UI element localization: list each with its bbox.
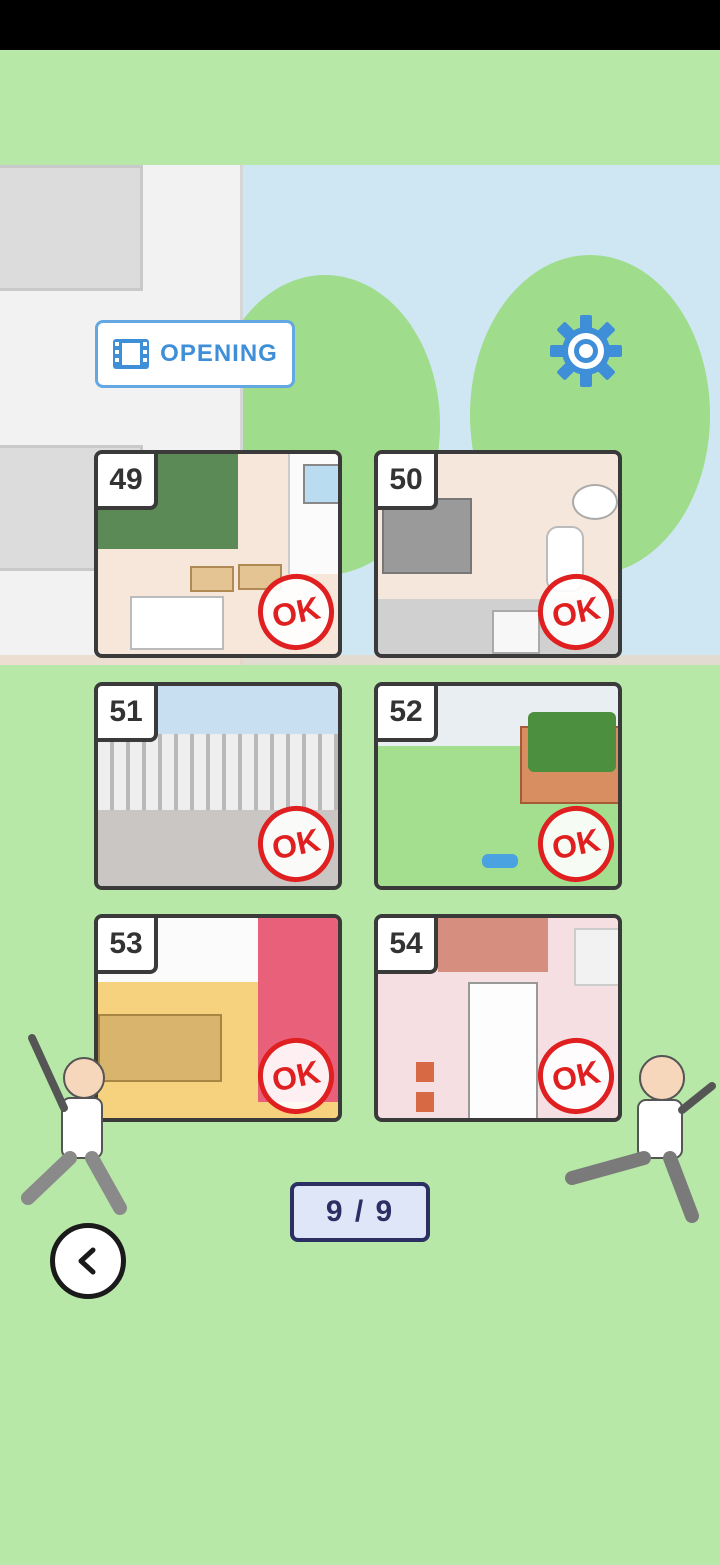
back-button[interactable] — [50, 1223, 126, 1299]
gear-icon[interactable] — [548, 313, 624, 389]
opening-button[interactable]: OPENING — [95, 320, 295, 388]
chevron-left-icon — [78, 1247, 96, 1275]
level-card-51[interactable]: 51 OK — [94, 682, 342, 890]
film-icon — [113, 339, 150, 369]
level-card-52[interactable]: 52 OK — [374, 682, 622, 890]
level-card-54[interactable]: 54 OK — [374, 914, 622, 1122]
status-bar — [0, 0, 720, 50]
opening-label: OPENING — [160, 340, 278, 367]
running-teacher-illustration — [21, 1034, 127, 1215]
level-number: 50 — [378, 454, 438, 510]
level-card-49[interactable]: 49 OK — [94, 450, 342, 658]
page-indicator: 9 / 9 — [290, 1182, 430, 1242]
level-number: 53 — [98, 918, 158, 974]
level-number: 52 — [378, 686, 438, 742]
level-number: 54 — [378, 918, 438, 974]
level-card-50[interactable]: 50 OK — [374, 450, 622, 658]
level-number: 49 — [98, 454, 158, 510]
level-number: 51 — [98, 686, 158, 742]
